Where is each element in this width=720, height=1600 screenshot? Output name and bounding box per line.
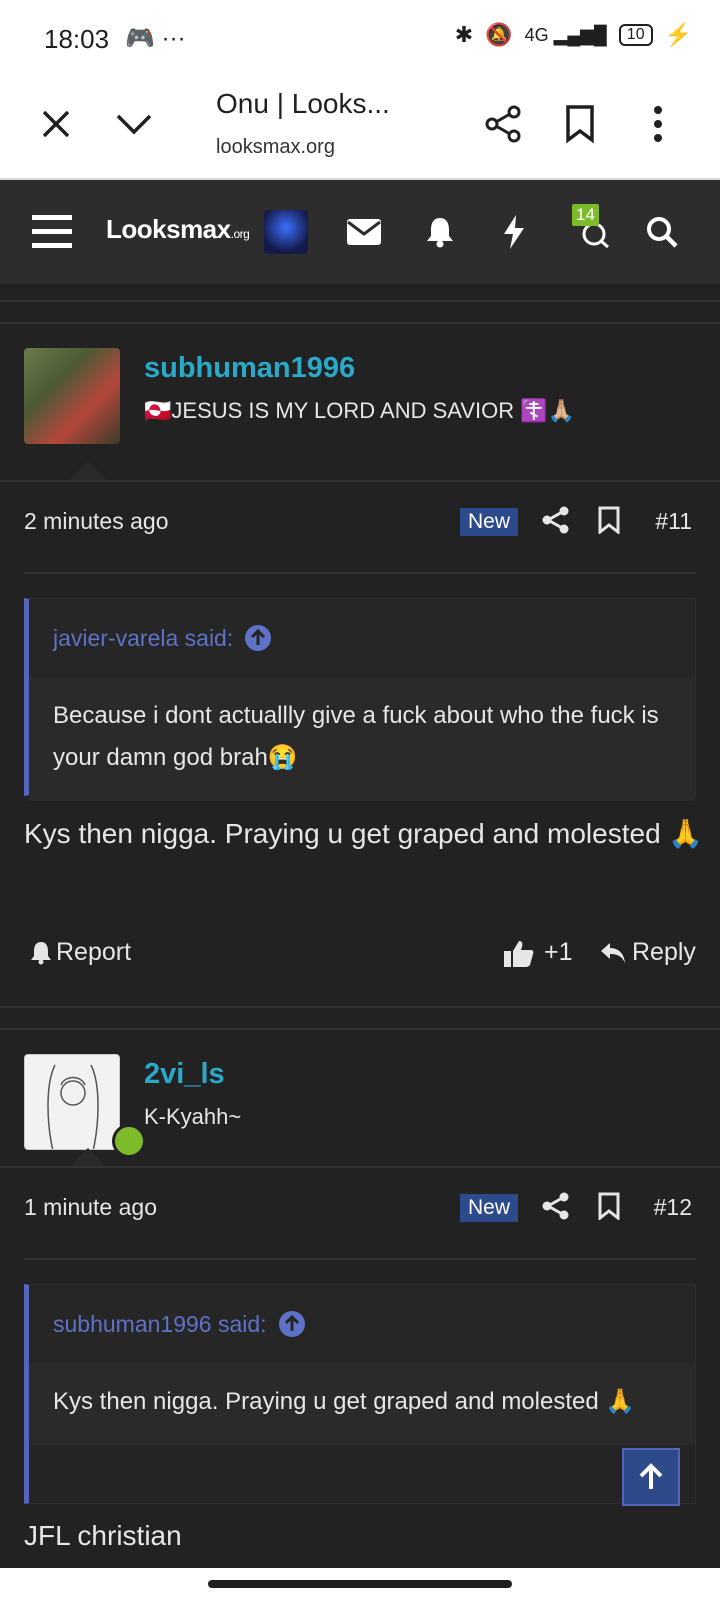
user-block-pointer [70,462,106,480]
signal-icon: 4G ▂▄▆█ [524,24,607,45]
page-url[interactable]: looksmax.org [216,136,335,159]
browser-toolbar: Onu | Looks... looksmax.org [0,72,720,180]
quote-author[interactable]: javier-varela said: [53,625,233,652]
mute-bell-icon: 🔕 [485,22,513,47]
quote-text: Because i dont actuallly give a fuck abo… [29,677,695,801]
search-button[interactable] [638,208,686,256]
online-indicator [112,1124,146,1158]
user-title: K-Kyahh~ [144,1104,242,1129]
like-count: +1 [544,938,573,966]
alerts-button[interactable] [416,208,464,256]
scroll-to-top-button[interactable] [622,1448,680,1506]
thumbs-up-icon [504,940,534,967]
page-title: Onu | Looks... [216,88,390,119]
hamburger-menu-button[interactable] [28,208,76,256]
post-body: Kys then nigga. Praying u get graped and… [24,818,704,849]
bell-icon [31,941,51,964]
bookmark-post-button[interactable] [598,506,620,539]
share-post-button[interactable] [542,506,570,539]
battery-icon: 10 [618,24,653,46]
logo-main: Looksmax [106,214,231,244]
share-icon [485,105,521,143]
share-icon [542,506,569,534]
status-bar: 18:03 🎮 ··· ✱ 🔕 4G ▂▄▆█ 10 ⚡ [0,0,720,72]
quote-author[interactable]: subhuman1996 said: [53,1311,267,1338]
avatar[interactable] [24,348,120,444]
post-body: JFL christian [24,1520,182,1551]
account-avatar[interactable] [264,210,308,254]
arrow-up-icon [639,1463,663,1489]
more-vertical-icon [654,106,662,142]
divider [0,1006,720,1008]
gesture-bar [0,1568,720,1600]
username[interactable]: subhuman1996 [144,352,355,385]
user-title: 🇬🇱JESUS IS MY LORD AND SAVIOR ☦️🙏🏼 [144,398,576,423]
quote-header[interactable]: javier-varela said: [29,599,695,677]
post-number[interactable]: #12 [654,1194,692,1221]
quote-block: subhuman1996 said: Kys then nigga. Prayi… [24,1284,696,1504]
new-badge: New [460,508,519,536]
avatar[interactable] [24,1054,120,1150]
arrow-up-circle-icon[interactable] [278,1311,305,1337]
user-block-pointer [70,1148,106,1166]
username[interactable]: 2vi_ls [144,1058,225,1091]
bookmark-button[interactable] [554,98,606,150]
report-button[interactable]: Report [30,938,131,967]
envelope-icon [347,219,381,245]
notification-badge: 14 [572,204,599,226]
close-icon [42,110,70,138]
site-logo[interactable]: Looksmax.org [106,214,250,245]
post-meta: 1 minute ago New #12 [0,1166,720,1248]
new-badge: New [460,1194,519,1222]
post-time[interactable]: 1 minute ago [24,1194,157,1221]
bookmark-icon [598,1192,620,1222]
share-icon [542,1192,569,1220]
quote-text: Kys then nigga. Praying u get graped and… [29,1363,695,1445]
inbox-button[interactable] [340,208,388,256]
post-time[interactable]: 2 minutes ago [24,508,168,535]
reply-icon [601,942,625,963]
reply-label: Reply [632,938,696,966]
post-meta: 2 minutes ago New #11 [0,480,720,562]
share-button[interactable] [478,98,530,150]
bookmark-post-button[interactable] [598,1192,620,1225]
divider [0,300,720,302]
post-actions: Report +1 Reply [0,924,720,984]
reply-button[interactable]: Reply [600,938,696,967]
arrow-up-circle-icon[interactable] [245,625,272,651]
status-time: 18:03 [44,24,110,54]
report-label: Report [56,938,132,966]
menu-button[interactable] [632,98,684,150]
bluetooth-icon: ✱ [454,22,474,47]
bell-icon [427,218,453,248]
post-number[interactable]: #11 [655,508,692,535]
bookmark-icon [566,105,594,143]
site-navbar: Looksmax.org 14 [0,180,720,284]
home-indicator[interactable] [208,1580,512,1588]
avatar-sketch [47,1064,99,1149]
gamepad-icon: 🎮 ··· [125,25,186,52]
like-button[interactable]: +1 [504,938,573,967]
divider [24,1258,696,1260]
close-tab-button[interactable] [30,98,82,150]
whats-new-button[interactable] [490,208,538,256]
divider [24,572,696,574]
chevron-down-icon [116,114,152,135]
hamburger-icon [32,215,72,248]
quote-block: javier-varela said: Because i dont actua… [24,598,696,801]
search-icon [647,217,678,248]
charging-icon: ⚡ [664,22,692,47]
minimize-tab-button[interactable] [108,98,160,150]
lightning-icon [504,215,524,249]
quote-header[interactable]: subhuman1996 said: [29,1285,695,1363]
status-icons: ✱ 🔕 4G ▂▄▆█ 10 ⚡ [455,22,692,48]
bookmark-icon [598,506,620,536]
logo-suffix: .org [230,227,250,241]
share-post-button[interactable] [542,1192,570,1225]
